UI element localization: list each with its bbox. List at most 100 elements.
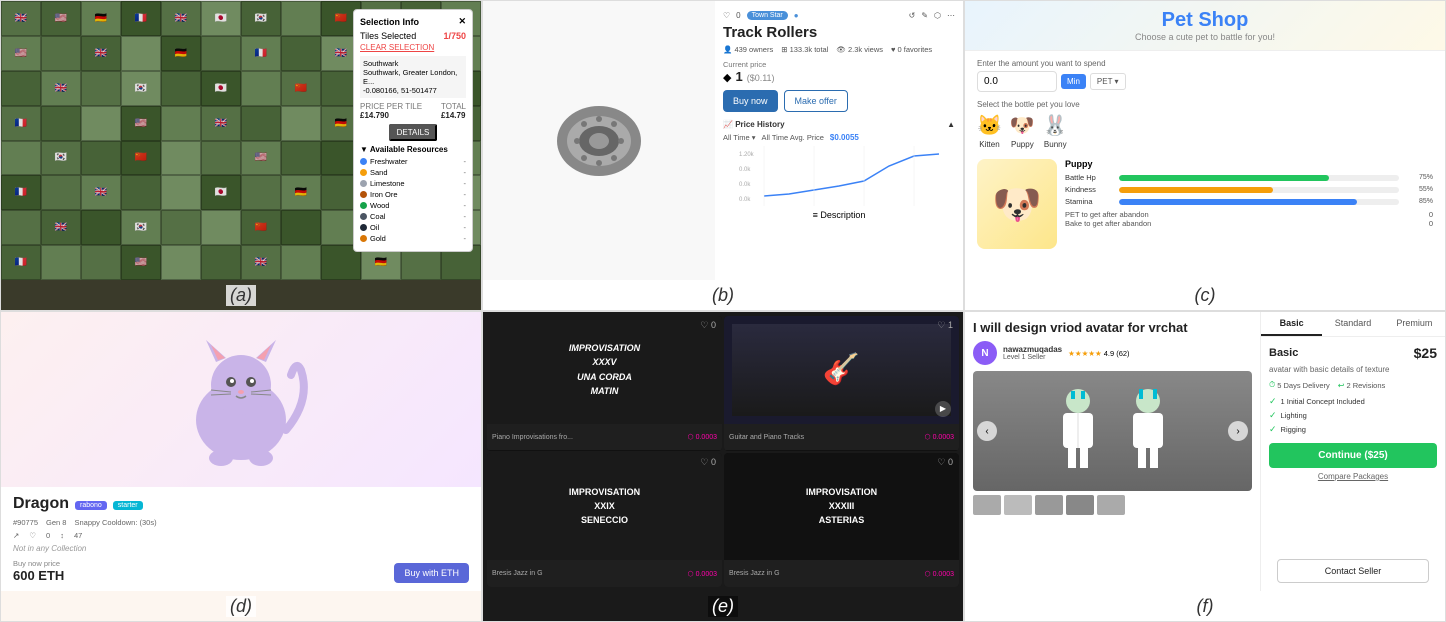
resource-oil: Oil - xyxy=(360,223,466,232)
product-meta: 👤 439 owners ⊞ 133.3k total 👁 2.3k views… xyxy=(723,45,955,54)
avatar-svg-1 xyxy=(1053,386,1103,476)
heart-icon-3[interactable]: ♡ 0 xyxy=(700,457,716,468)
edit-icon[interactable]: ✎ xyxy=(921,11,928,20)
compare-packages-link[interactable]: Compare Packages xyxy=(1269,472,1437,481)
kindness-label: Kindness xyxy=(1065,185,1115,194)
package-name: Basic xyxy=(1269,347,1298,359)
map-cell xyxy=(201,141,241,176)
map-cell xyxy=(41,106,81,141)
thumbnail-3[interactable] xyxy=(1035,495,1063,515)
heart-icon[interactable]: ♡ xyxy=(29,531,36,540)
amount-input[interactable] xyxy=(977,71,1057,92)
continue-button[interactable]: Continue ($25) xyxy=(1269,443,1437,468)
panel-a: 🇬🇧 🇺🇸 🇩🇪 🇫🇷 🇬🇧 🇯🇵 🇰🇷 🇨🇳 🇬🇧 🇺🇸 🇬🇧 🇩🇪 🇫🇷 🇬… xyxy=(0,0,482,311)
amount-row: Min PET ▾ xyxy=(977,71,1433,92)
arrows-icon[interactable]: ↕ xyxy=(60,531,64,540)
refresh-icon[interactable]: ↺ xyxy=(909,11,916,20)
price-usd: ($0.11) xyxy=(747,73,775,83)
pet-option-kitten[interactable]: 🐱 Kitten xyxy=(977,113,1002,149)
adopt-bake-row: Bake to get after abandon 0 xyxy=(1065,219,1433,228)
tab-premium[interactable]: Premium xyxy=(1384,312,1445,336)
thumbnail-5[interactable] xyxy=(1097,495,1125,515)
music-card-1: ♡ 0 IMPROVISATIONXXXVUNA CORDAMATIN Pian… xyxy=(487,316,722,451)
resource-oil-label: Oil xyxy=(370,223,379,232)
heart-icon[interactable]: ♡ xyxy=(723,11,730,20)
owners-count: 👤 439 owners xyxy=(723,45,773,54)
panel-f: I will design vriod avatar for vrchat N … xyxy=(964,311,1446,622)
pet-shop-body: Enter the amount you want to spend Min P… xyxy=(965,51,1445,257)
panel-f-label: (f) xyxy=(1193,596,1218,617)
close-icon[interactable]: ✕ xyxy=(458,16,466,27)
contact-seller-button[interactable]: Contact Seller xyxy=(1277,559,1429,583)
dragon-meta: #90775 Gen 8 Snappy Cooldown: (30s) xyxy=(13,518,469,527)
map-cell: 🇩🇪 xyxy=(281,175,321,210)
map-cell xyxy=(121,36,161,71)
music-card-3: ♡ 0 IMPROVISATIONXXIXSENECCIO Bresis Jaz… xyxy=(487,453,722,588)
details-button[interactable]: DETAILS xyxy=(389,124,438,141)
card-3-footer: Bresis Jazz in G ⬡ 0.0003 xyxy=(487,560,722,587)
map-cell xyxy=(161,71,201,106)
adopt-pet-count: 0 xyxy=(1429,210,1433,219)
resource-freshwater-value: - xyxy=(464,157,467,166)
heart-icon-2[interactable]: ♡ 1 xyxy=(937,320,953,331)
map-cell: 🇨🇳 xyxy=(281,71,321,106)
card-2-image: 🎸 xyxy=(724,316,959,424)
battle-hp-bar-bg xyxy=(1119,175,1399,181)
map-cell xyxy=(81,245,121,280)
price-row: PRICE PER TILE £14.790 TOTAL £14.79 xyxy=(360,102,466,120)
pet-shop-subtitle: Choose a cute pet to battle for you! xyxy=(975,32,1435,42)
gig-title: I will design vriod avatar for vrchat xyxy=(973,320,1252,335)
thumbnail-1[interactable] xyxy=(973,495,1001,515)
heart-count: 0 xyxy=(46,531,50,540)
play-button[interactable]: ▶ xyxy=(935,401,951,417)
map-cell xyxy=(201,36,241,71)
min-button[interactable]: Min xyxy=(1061,74,1086,89)
pet-option-bunny[interactable]: 🐰 Bunny xyxy=(1043,113,1068,149)
card-2-footer: Guitar and Piano Tracks ⬡ 0.0003 xyxy=(724,424,959,451)
map-cell: 🇬🇧 xyxy=(81,36,121,71)
card-4-info: Bresis Jazz in G xyxy=(729,570,780,577)
clear-selection-button[interactable]: CLEAR SELECTION xyxy=(360,43,466,52)
resource-iron-ore-label: Iron Ore xyxy=(370,190,398,199)
price-chart: 1.20k 0.0k 0.0k 0.0k xyxy=(723,146,955,206)
reviews-count: (62) xyxy=(1116,349,1129,358)
map-cell: 🇬🇧 xyxy=(161,1,201,36)
tab-standard[interactable]: Standard xyxy=(1322,312,1383,336)
favorites-count: ♥ 0 favorites xyxy=(891,45,932,54)
share-icon[interactable]: ↗ xyxy=(13,531,19,540)
total-value: £14.79 xyxy=(441,111,466,120)
thumbnail-4[interactable] xyxy=(1066,495,1094,515)
location-coords: -0.080166, 51-501477 xyxy=(363,86,463,95)
seller-avatar: N xyxy=(973,341,997,365)
stat-stamina: Stamina 85% xyxy=(1065,197,1433,206)
heart-icon-4[interactable]: ♡ 0 xyxy=(937,457,953,468)
buy-with-eth-button[interactable]: Buy with ETH xyxy=(394,563,469,583)
buy-now-button[interactable]: Buy now xyxy=(723,90,778,112)
description-section: ≡ Description xyxy=(723,210,955,220)
tab-basic[interactable]: Basic xyxy=(1261,312,1322,336)
svg-text:0.0k: 0.0k xyxy=(739,167,751,173)
gig-container: I will design vriod avatar for vrchat N … xyxy=(965,312,1445,591)
map-cell xyxy=(161,175,201,210)
puppy-label: Puppy xyxy=(1011,140,1034,149)
panel-e-label: (e) xyxy=(708,596,738,617)
pet-dropdown-button[interactable]: PET ▾ xyxy=(1090,73,1126,90)
avatar-2 xyxy=(1123,386,1173,476)
pet-option-puppy[interactable]: 🐶 Puppy xyxy=(1010,113,1035,149)
thumbnail-2[interactable] xyxy=(1004,495,1032,515)
make-offer-button[interactable]: Make offer xyxy=(784,90,848,112)
location-name: Southwark xyxy=(363,59,463,68)
avg-price: $0.0055 xyxy=(830,133,859,142)
feature-2-label: Lighting xyxy=(1281,411,1307,420)
carousel-prev-button[interactable]: ‹ xyxy=(977,421,997,441)
more-icon[interactable]: ⋯ xyxy=(947,11,955,20)
carousel-next-button[interactable]: › xyxy=(1228,421,1248,441)
time-filter[interactable]: All Time ▾ xyxy=(723,133,756,142)
share-icon[interactable]: ⬡ xyxy=(934,11,941,20)
map-cell xyxy=(161,106,201,141)
dragon-illustration xyxy=(151,320,331,480)
rabono-badge: rabono xyxy=(75,501,107,510)
heart-icon[interactable]: ♡ 0 xyxy=(700,320,716,331)
collapse-icon[interactable]: ▲ xyxy=(947,120,955,129)
map-cell: 🇯🇵 xyxy=(201,175,241,210)
